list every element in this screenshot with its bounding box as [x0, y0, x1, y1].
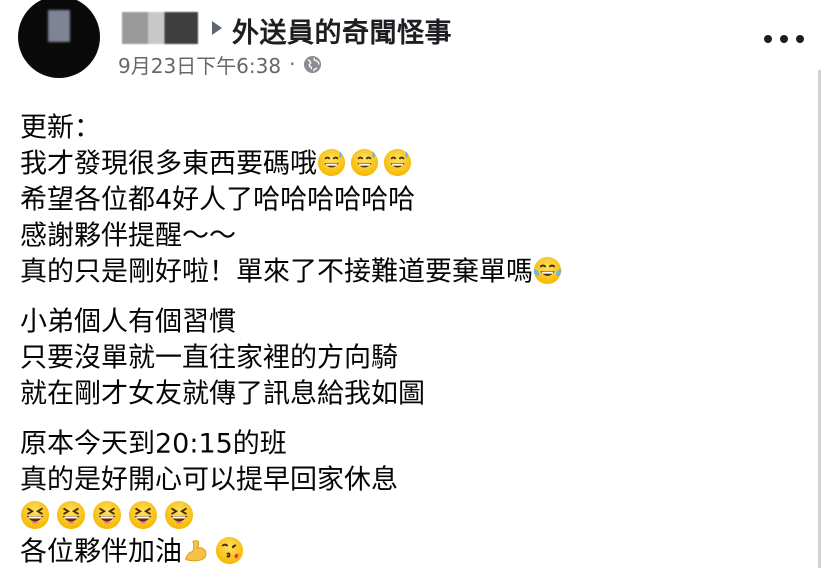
tears-of-joy-emoji — [533, 256, 562, 285]
meta-separator: · — [289, 52, 296, 76]
right-arrow-icon — [212, 21, 222, 35]
laughing-squint-emoji — [20, 500, 50, 530]
blowing-kiss-emoji — [215, 536, 244, 565]
grinning-sweat-emoji — [317, 148, 346, 177]
globe-icon[interactable] — [303, 55, 322, 74]
laughing-squint-emoji — [92, 500, 122, 530]
group-name[interactable]: 外送員的奇聞怪事 — [232, 11, 452, 50]
text-line: 更新： — [20, 112, 101, 144]
laughing-squint-emoji — [164, 500, 194, 530]
laughing-squint-emoji — [128, 500, 158, 530]
text-line: 各位夥伴加油 — [20, 534, 800, 570]
scrollbar-track — [818, 70, 821, 568]
paragraph-3: 原本今天到20:15的班 真的是好開心可以提早回家休息 各位夥伴加油 — [20, 426, 800, 570]
emoji-line — [20, 498, 800, 534]
text-line: 小弟個人有個習慣 — [20, 306, 236, 338]
post-body: 更新： 我才發現很多東西要碼哦 希望各位都4好人了哈哈哈哈哈哈 感謝夥伴提醒～～… — [20, 110, 800, 570]
laughing-squint-emoji — [56, 500, 86, 530]
paragraph-2: 小弟個人有個習慣 只要沒單就一直往家裡的方向騎 就在剛才女友就傳了訊息給我如圖 — [20, 304, 800, 412]
text-line: 真的是好開心可以提早回家休息 — [20, 464, 398, 496]
avatar[interactable] — [18, 0, 100, 78]
grinning-sweat-emoji — [350, 148, 379, 177]
flexed-biceps-emoji — [182, 536, 211, 565]
grinning-sweat-emoji — [383, 148, 412, 177]
text-line: 只要沒單就一直往家裡的方向騎 — [20, 342, 398, 374]
post-timestamp[interactable]: 9月23日下午6:38 — [118, 50, 281, 79]
text-line: 我才發現很多東西要碼哦 — [20, 146, 800, 182]
post-meta: 9月23日下午6:38 · — [118, 50, 322, 78]
text-line: 真的只是剛好啦！單來了不接難道要棄單嗎 — [20, 254, 800, 290]
paragraph-1: 更新： 我才發現很多東西要碼哦 希望各位都4好人了哈哈哈哈哈哈 感謝夥伴提醒～～… — [20, 110, 800, 290]
facebook-post: 外送員的奇聞怪事 9月23日下午6:38 · 更新： 我才發現很多東西要碼哦 希… — [0, 0, 828, 568]
text-line: 感謝夥伴提醒～～ — [20, 220, 236, 252]
text-line: 希望各位都4好人了哈哈哈哈哈哈 — [20, 184, 416, 216]
text-line: 原本今天到20:15的班 — [20, 428, 287, 460]
avatar-redacted-area — [48, 10, 70, 42]
text-line: 就在剛才女友就傳了訊息給我如圖 — [20, 378, 425, 410]
author-name-redacted[interactable] — [122, 12, 198, 44]
more-options-icon[interactable] — [764, 34, 804, 44]
